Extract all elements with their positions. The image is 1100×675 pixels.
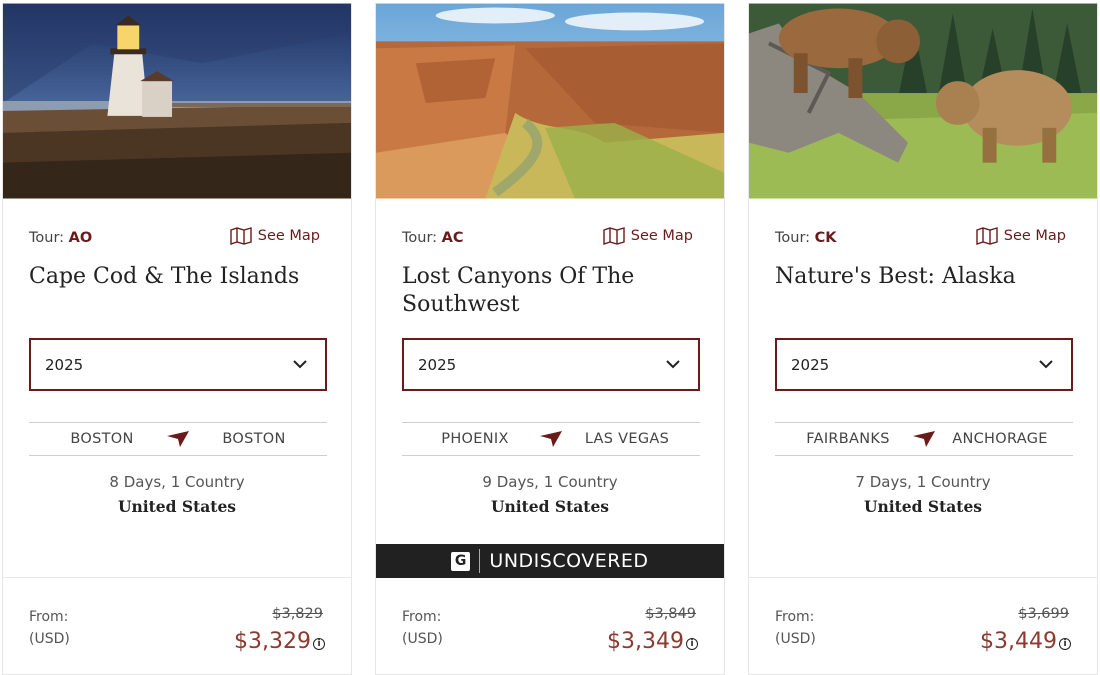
start-city: PHOENIX: [441, 431, 509, 447]
tour-photo-bears[interactable]: [749, 3, 1097, 199]
tour-code: AO: [68, 230, 93, 246]
tour-card[interactable]: Tour: AC See Map Lost Canyons Of The Sou…: [375, 3, 725, 675]
route-arrow-icon: [167, 431, 189, 447]
tour-title[interactable]: Lost Canyons Of The Southwest: [402, 263, 700, 319]
start-city: BOSTON: [70, 431, 134, 447]
price-from: From: (USD): [29, 606, 70, 650]
tour-duration: 8 Days, 1 Country: [109, 473, 245, 491]
from-label: From:: [775, 609, 815, 625]
tour-photo-canyon[interactable]: [376, 3, 724, 199]
undiscovered-badge: G UNDISCOVERED: [376, 544, 724, 578]
price-from: From: (USD): [775, 606, 816, 650]
tour-code: AC: [441, 230, 464, 246]
tour-country: United States: [863, 497, 983, 516]
currency-label: (USD): [29, 631, 70, 647]
original-price: $3,849: [645, 606, 696, 622]
map-icon: [976, 227, 998, 245]
route: BOSTON BOSTON: [29, 422, 327, 456]
end-city: BOSTON: [222, 431, 286, 447]
original-price: $3,829: [272, 606, 323, 622]
currency-label: (USD): [775, 631, 816, 647]
price-from: From: (USD): [402, 606, 443, 650]
tour-meta: Tour: AO See Map: [29, 227, 320, 250]
start-city: FAIRBANKS: [806, 431, 890, 447]
route-arrow-icon: [913, 431, 935, 447]
map-icon: [230, 227, 252, 245]
tour-card-list: Tour: AO See Map Cape Cod & The Islands …: [0, 0, 1100, 675]
sale-price: $3,449: [980, 629, 1057, 654]
tour-title[interactable]: Nature's Best: Alaska: [775, 263, 1073, 291]
g-logo-icon: G: [451, 551, 471, 571]
badge-separator: [479, 549, 481, 573]
see-map-link[interactable]: See Map: [976, 227, 1066, 245]
currency-label: (USD): [402, 631, 443, 647]
see-map-label: See Map: [630, 228, 693, 244]
tour-label: Tour:: [775, 230, 811, 246]
info-icon[interactable]: i: [1059, 637, 1071, 650]
chevron-down-icon: [293, 360, 307, 369]
tour-meta: Tour: AC See Map: [402, 227, 693, 250]
tour-photo-lighthouse[interactable]: [3, 3, 351, 199]
price: $3,349 i: [607, 629, 698, 654]
sale-price: $3,349: [607, 629, 684, 654]
info-icon[interactable]: i: [686, 637, 698, 650]
see-map-link[interactable]: See Map: [230, 227, 320, 245]
year-select-value: 2025: [418, 355, 457, 374]
sale-price: $3,329: [234, 629, 311, 654]
tour-country: United States: [490, 497, 610, 516]
chevron-down-icon: [666, 360, 680, 369]
tour-duration: 9 Days, 1 Country: [482, 473, 618, 491]
year-select[interactable]: 2025: [775, 338, 1073, 391]
see-map-link[interactable]: See Map: [603, 227, 693, 245]
tour-code: CK: [814, 230, 837, 246]
price: $3,329 i: [234, 629, 325, 654]
tour-duration: 7 Days, 1 Country: [855, 473, 991, 491]
map-icon: [603, 227, 625, 245]
tour-label: Tour:: [402, 230, 438, 246]
original-price: $3,699: [1018, 606, 1069, 622]
price: $3,449 i: [980, 629, 1071, 654]
from-label: From:: [29, 609, 69, 625]
tour-card[interactable]: Tour: AO See Map Cape Cod & The Islands …: [2, 3, 352, 675]
end-city: LAS VEGAS: [584, 431, 670, 447]
year-select[interactable]: 2025: [402, 338, 700, 391]
end-city: ANCHORAGE: [952, 431, 1048, 447]
from-label: From:: [402, 609, 442, 625]
tour-card[interactable]: Tour: CK See Map Nature's Best: Alaska 2…: [748, 3, 1098, 675]
chevron-down-icon: [1039, 360, 1053, 369]
route: FAIRBANKS ANCHORAGE: [775, 422, 1073, 456]
divider: [3, 577, 351, 578]
see-map-label: See Map: [1003, 228, 1066, 244]
year-select-value: 2025: [791, 355, 830, 374]
year-select-value: 2025: [45, 355, 84, 374]
tour-country: United States: [117, 497, 237, 516]
tour-meta: Tour: CK See Map: [775, 227, 1066, 250]
badge-label: UNDISCOVERED: [489, 550, 649, 572]
tour-title[interactable]: Cape Cod & The Islands: [29, 263, 327, 291]
tour-label: Tour:: [29, 230, 65, 246]
see-map-label: See Map: [257, 228, 320, 244]
year-select[interactable]: 2025: [29, 338, 327, 391]
info-icon[interactable]: i: [313, 637, 325, 650]
divider: [749, 577, 1097, 578]
route-arrow-icon: [540, 431, 562, 447]
route: PHOENIX LAS VEGAS: [402, 422, 700, 456]
